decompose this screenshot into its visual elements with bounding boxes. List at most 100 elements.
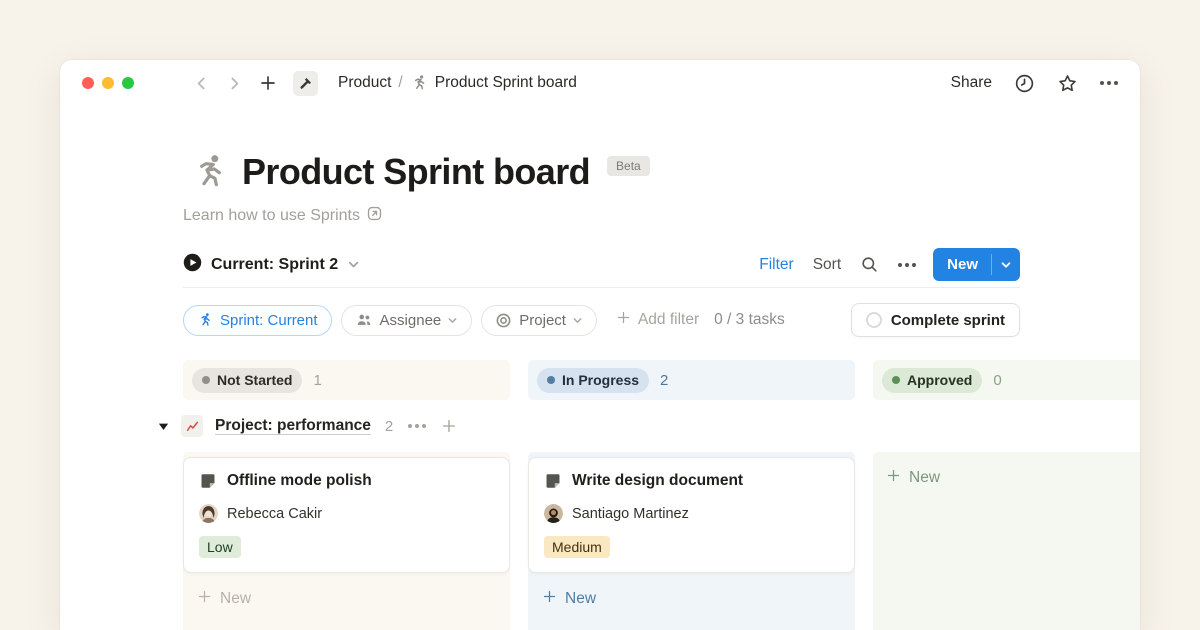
chevron-down-icon [347,258,360,271]
back-icon[interactable] [193,75,210,92]
new-card-label: New [565,590,596,608]
filter-bar: Sprint: Current Assignee Project [183,303,1020,337]
new-card-button[interactable]: New [873,457,1140,488]
new-card-button[interactable]: New [183,589,510,609]
plus-icon [542,589,557,609]
learn-sprints-label: Learn how to use Sprints [183,207,360,225]
kanban-board: Not Started 1 In Progress 2 [183,360,1140,630]
plus-icon [886,468,901,488]
filter-button[interactable]: Filter [759,256,793,274]
filter-chip-label: Assignee [380,312,442,329]
status-dot-icon [892,376,900,384]
assignee-name: Rebecca Cakir [227,506,322,522]
filter-chip-assignee[interactable]: Assignee [341,305,473,336]
beta-badge: Beta [607,156,650,176]
column-count: 1 [313,372,321,389]
page-header: Product Sprint board Beta [183,151,1140,193]
app-window: Product / Product Sprint board Share [60,60,1140,630]
group-count: 2 [385,418,393,435]
page-title: Product Sprint board [242,151,590,193]
sprint-view-switcher[interactable]: Current: Sprint 2 [183,253,360,277]
breadcrumb-root[interactable]: Product [338,74,391,92]
view-more-icon[interactable] [898,263,916,267]
breadcrumb-separator: / [398,74,402,92]
task-card[interactable]: Offline mode polish Rebecca Cakir Low [183,457,510,573]
column-count: 2 [660,372,668,389]
zoom-window-button[interactable] [122,77,134,89]
task-title: Write design document [572,472,743,490]
status-badge: Approved [882,368,982,393]
view-label: Current: Sprint 2 [211,256,338,274]
traffic-lights [82,77,134,89]
column-header-in-progress[interactable]: In Progress 2 [528,360,855,400]
toolbar-actions: Filter Sort New [759,248,1020,281]
column-header-not-started[interactable]: Not Started 1 [183,360,510,400]
breadcrumb: Product / Product Sprint board [338,74,577,92]
priority-tag: Low [199,536,241,558]
task-progress: 0 / 3 tasks [714,311,785,329]
priority-tag: Medium [544,536,610,558]
assignee-avatar [199,504,218,523]
forward-icon[interactable] [226,75,243,92]
status-badge: In Progress [537,368,649,393]
nav-controls: Product / Product Sprint board [158,71,577,96]
desktop-background: Product / Product Sprint board Share [0,0,1200,630]
add-page-icon[interactable] [259,74,277,92]
group-add-icon[interactable] [441,418,457,434]
filter-chip-sprint[interactable]: Sprint: Current [183,305,332,336]
new-task-label: New [933,248,991,281]
people-icon [355,311,373,329]
external-link-icon [366,205,383,227]
add-filter-button[interactable]: Add filter [616,310,699,330]
status-label: In Progress [562,372,639,388]
column-not-started: Offline mode polish Rebecca Cakir Low [183,452,510,630]
page-icon [544,472,562,490]
complete-sprint-label: Complete sprint [891,312,1005,329]
clock-icon[interactable] [1014,73,1035,94]
new-dropdown-icon[interactable] [992,248,1020,281]
minimize-window-button[interactable] [102,77,114,89]
project-chart-icon [181,415,203,437]
filter-chip-label: Sprint: Current [220,312,318,329]
learn-sprints-link[interactable]: Learn how to use Sprints [183,205,383,227]
sort-button[interactable]: Sort [813,256,841,274]
group-more-icon[interactable] [408,424,426,428]
topbar-actions: Share [951,73,1118,94]
close-window-button[interactable] [82,77,94,89]
board-columns: Offline mode polish Rebecca Cakir Low [183,452,1140,630]
page-icon [199,472,217,490]
page-content: Product Sprint board Beta Learn how to u… [60,106,1140,630]
window-topbar: Product / Product Sprint board Share [60,60,1140,106]
filter-chip-project[interactable]: Project [481,305,597,336]
plus-icon [616,310,631,330]
collapse-triangle-icon[interactable] [158,421,169,432]
sidebar-menu-icon[interactable] [158,75,177,90]
column-header-approved[interactable]: Approved 0 [873,360,1140,400]
complete-sprint-button[interactable]: Complete sprint [851,303,1020,337]
more-options-icon[interactable] [1100,81,1118,85]
new-task-button[interactable]: New [933,248,1020,281]
chevron-down-icon [572,315,583,326]
favorite-star-icon[interactable] [1057,73,1078,94]
status-dot-icon [202,376,210,384]
new-card-label: New [220,590,251,608]
task-title: Offline mode polish [227,472,372,490]
chevron-down-icon [447,315,458,326]
group-title[interactable]: Project: performance [215,417,371,435]
runner-icon [410,74,428,92]
column-approved: New [873,452,1140,630]
search-icon[interactable] [860,255,879,274]
plus-icon [197,589,212,609]
new-card-button[interactable]: New [528,589,855,609]
assignee-avatar [544,504,563,523]
task-card[interactable]: Write design document Santiago Martinez … [528,457,855,573]
target-icon [495,312,512,329]
play-circle-icon [183,253,202,277]
status-label: Approved [907,372,972,388]
breadcrumb-current[interactable]: Product Sprint board [435,74,577,92]
page-runner-icon[interactable] [189,152,229,192]
view-toolbar: Current: Sprint 2 Filter Sort New [183,249,1020,288]
share-button[interactable]: Share [951,74,992,92]
progress-ring-icon [866,312,882,328]
workspace-hammer-icon[interactable] [293,71,318,96]
